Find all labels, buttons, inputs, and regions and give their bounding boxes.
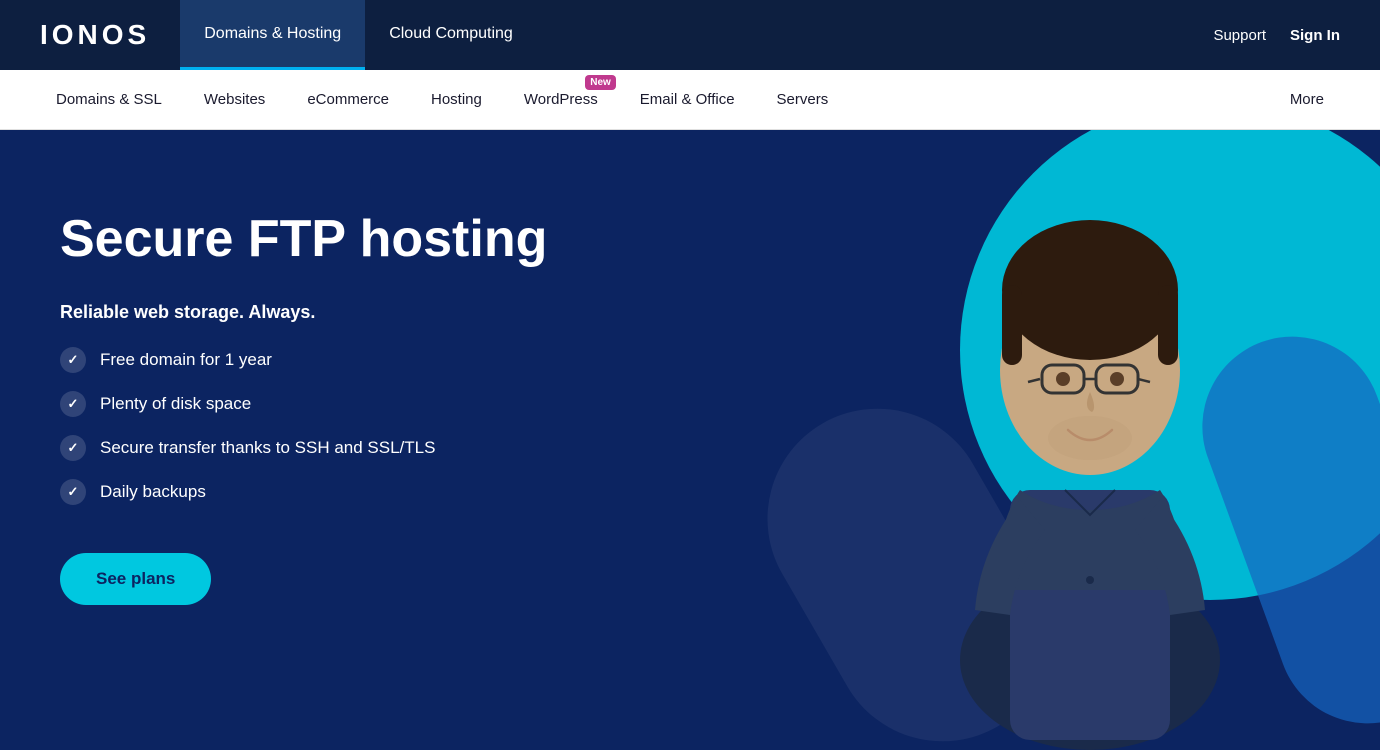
nav-item-hosting[interactable]: Hosting xyxy=(415,83,498,116)
see-plans-button[interactable]: See plans xyxy=(60,553,211,605)
nav-item-servers[interactable]: Servers xyxy=(761,83,845,116)
top-nav-tab-domains[interactable]: Domains & Hosting xyxy=(180,0,365,70)
more-button[interactable]: More xyxy=(1274,83,1340,116)
feature-list: Free domain for 1 year Plenty of disk sp… xyxy=(60,347,547,505)
feature-text-4: Daily backups xyxy=(100,482,206,502)
nav-item-ecommerce[interactable]: eCommerce xyxy=(291,83,405,116)
secondary-navigation: Domains & SSL Websites eCommerce Hosting… xyxy=(0,70,1380,130)
top-nav-tabs: Domains & Hosting Cloud Computing xyxy=(180,0,537,70)
secondary-nav-items: Domains & SSL Websites eCommerce Hosting… xyxy=(40,83,844,116)
hero-section: Secure FTP hosting Reliable web storage.… xyxy=(0,130,1380,750)
hero-title: Secure FTP hosting xyxy=(60,210,547,270)
hero-content: Secure FTP hosting Reliable web storage.… xyxy=(60,210,547,605)
nav-item-domains-ssl[interactable]: Domains & SSL xyxy=(40,83,178,116)
nav-item-websites[interactable]: Websites xyxy=(188,83,281,116)
nav-item-email-office[interactable]: Email & Office xyxy=(624,83,751,116)
top-navigation: IONOS Domains & Hosting Cloud Computing … xyxy=(0,0,1380,70)
feature-item-1: Free domain for 1 year xyxy=(60,347,547,373)
top-nav-tab-cloud[interactable]: Cloud Computing xyxy=(365,0,537,70)
check-icon-1 xyxy=(60,347,86,373)
feature-text-1: Free domain for 1 year xyxy=(100,350,272,370)
nav-item-wordpress[interactable]: WordPress New xyxy=(508,83,614,116)
new-badge: New xyxy=(585,75,616,90)
top-nav-right: Support Sign In xyxy=(1213,27,1340,44)
hero-person-image xyxy=(900,170,1280,750)
feature-item-4: Daily backups xyxy=(60,479,547,505)
support-link[interactable]: Support xyxy=(1213,27,1266,44)
person-svg xyxy=(900,170,1280,750)
feature-item-3: Secure transfer thanks to SSH and SSL/TL… xyxy=(60,435,547,461)
check-icon-4 xyxy=(60,479,86,505)
check-icon-2 xyxy=(60,391,86,417)
feature-item-2: Plenty of disk space xyxy=(60,391,547,417)
hero-background xyxy=(680,130,1380,750)
signin-button[interactable]: Sign In xyxy=(1290,27,1340,44)
hero-subtitle: Reliable web storage. Always. xyxy=(60,302,547,323)
feature-text-2: Plenty of disk space xyxy=(100,394,251,414)
brand-logo[interactable]: IONOS xyxy=(40,19,150,51)
feature-text-3: Secure transfer thanks to SSH and SSL/TL… xyxy=(100,438,435,458)
check-icon-3 xyxy=(60,435,86,461)
